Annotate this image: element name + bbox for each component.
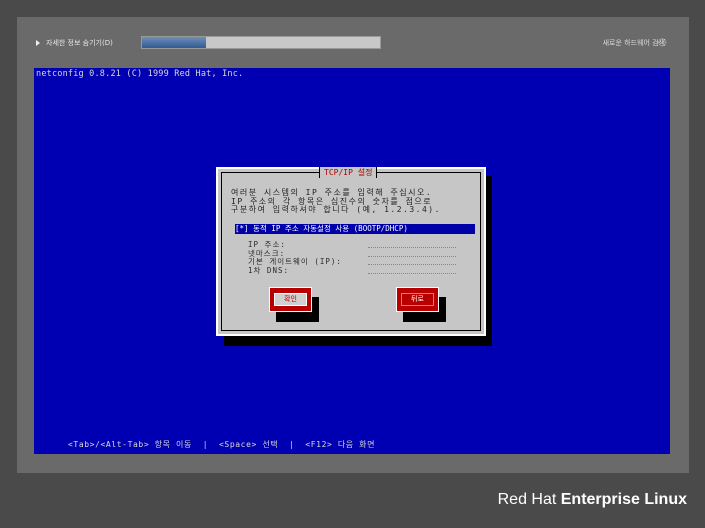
back-button-label: 뒤로 [401,293,434,306]
tcp-ip-dialog: TCP/IP 설정 여러분 시스템의 IP 주소를 입력해 주십시오. IP 주… [216,167,486,336]
details-toggle-label: 자세한 정보 숨기기(D) [46,39,113,47]
version-text: netconfig 0.8.21 (C) 1999 Red Hat, Inc. [36,69,244,79]
dns-label: 1차 DNS: [248,265,289,275]
spinner-icon: ◌ [658,37,667,48]
description-line: 구분하여 입력하셔야 합니다 (예, 1.2.3.4). [231,205,441,214]
brand-logo-text: Red Hat Enterprise Linux [498,491,687,509]
gateway-input[interactable] [368,258,456,265]
ok-button-label: 확인 [274,293,307,306]
dialog-description: 여러분 시스템의 IP 주소를 입력해 주십시오. IP 주소의 각 항목은 십… [231,188,481,215]
brand-bold: Enterprise Linux [560,491,687,508]
install-progress-bar [141,36,381,49]
hardware-scan-label: 새로운 하드웨어 검색 [602,39,665,47]
ip-fields: IP 주소: 넷마스크: 기본 게이트웨이 (IP): 1차 DNS: [248,241,456,275]
dhcp-checkbox[interactable]: [*] 동적 IP 주소 자동설정 사용 (BOOTP/DHCP) [235,224,475,234]
netconfig-console: netconfig 0.8.21 (C) 1999 Red Hat, Inc. … [34,68,670,454]
netmask-input[interactable] [368,250,456,257]
brand-regular: Red Hat [497,491,561,508]
field-row-dns: 1차 DNS: [248,265,456,276]
dialog-inner-border: TCP/IP 설정 여러분 시스템의 IP 주소를 입력해 주십시오. IP 주… [221,167,481,331]
ok-button[interactable]: 확인 [269,287,312,312]
ip-address-input[interactable] [368,241,456,248]
installer-window: { "topbar": { "toggle_label": "자세한 정보 숨기… [0,0,705,528]
details-toggle[interactable]: 자세한 정보 숨기기(D) [36,36,113,50]
dns-input[interactable] [368,267,456,274]
triangle-right-icon [36,40,40,46]
keyboard-hint: <Tab>/<Alt-Tab> 항목 이동 | <Space> 선택 | <F1… [68,440,376,449]
dialog-title: TCP/IP 설정 [319,167,378,178]
install-progress-fill [142,37,207,48]
back-button[interactable]: 뒤로 [396,287,439,312]
